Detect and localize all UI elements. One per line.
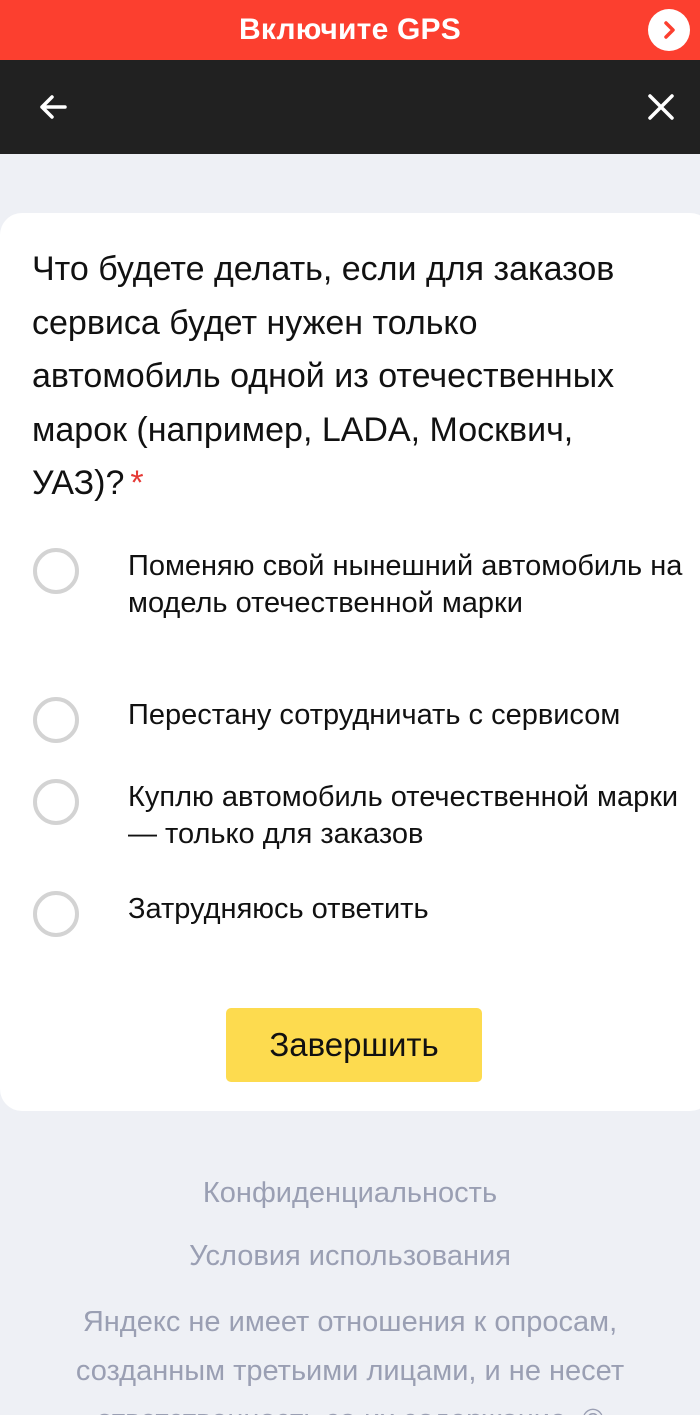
gps-banner-title: Включите GPS bbox=[239, 13, 461, 46]
option-label: Перестану сотрудничать с сервисом bbox=[128, 699, 621, 731]
option-label: Поменяю свой нынешний автомобиль на моде… bbox=[128, 550, 683, 619]
disclaimer-text: Яндекс не имеет отношения к опросам, соз… bbox=[75, 1306, 625, 1415]
terms-link[interactable]: Условия использования bbox=[0, 1240, 700, 1273]
arrow-left-icon bbox=[40, 95, 67, 119]
radio-button[interactable] bbox=[33, 697, 79, 743]
top-toolbar bbox=[0, 60, 700, 154]
back-button[interactable] bbox=[34, 88, 72, 126]
radio-button[interactable] bbox=[33, 779, 79, 825]
radio-button[interactable] bbox=[33, 891, 79, 937]
option-label: Затрудняюсь ответить bbox=[128, 893, 429, 925]
gps-banner[interactable]: Включите GPS bbox=[0, 0, 700, 60]
close-icon bbox=[648, 94, 674, 120]
question-card: Что будете делать, если для заказов серв… bbox=[0, 213, 700, 1111]
close-button[interactable] bbox=[642, 88, 680, 126]
chevron-right-icon[interactable] bbox=[648, 9, 690, 51]
option-label: Куплю автомобиль отечественной марки — т… bbox=[128, 781, 679, 850]
finish-button[interactable]: Завершить bbox=[226, 1008, 482, 1082]
question-text: Что будете делать, если для заказов серв… bbox=[32, 243, 672, 511]
question-label: Что будете делать, если для заказов серв… bbox=[32, 250, 615, 502]
privacy-link[interactable]: Конфиденциальность bbox=[0, 1177, 700, 1210]
radio-button[interactable] bbox=[33, 548, 79, 594]
required-mark: * bbox=[130, 464, 144, 502]
